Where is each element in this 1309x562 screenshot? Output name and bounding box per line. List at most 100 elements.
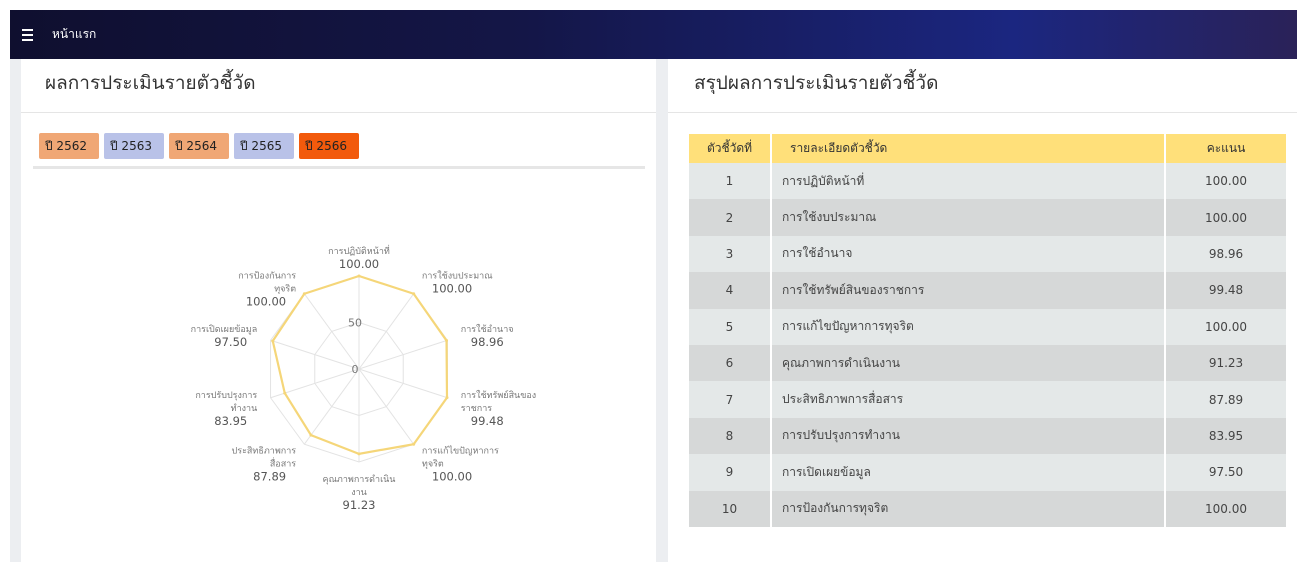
table-row: 4 การใช้ทรัพย์สินของราชการ 99.48	[689, 272, 1286, 309]
cell-indicator-detail: การปรับปรุงการทำงาน	[770, 417, 1165, 455]
top-navbar: หน้าแรก	[10, 10, 1297, 59]
radar-category-label: งาน	[351, 488, 367, 498]
radar-category-label: ทำงาน	[231, 403, 258, 414]
cell-indicator-detail: การใช้งบประมาณ	[770, 199, 1165, 236]
table-row: 10 การป้องกันการทุจริต 100.00	[689, 490, 1286, 527]
right-panel: สรุปผลการประเมินรายตัวชี้วัด ตัวชี้วัดที…	[668, 59, 1297, 562]
cell-indicator-detail: การเปิดเผยข้อมูล	[770, 454, 1165, 491]
radar-value-label: 100.00	[432, 470, 472, 484]
cell-indicator-no: 6	[689, 344, 771, 382]
radar-value-label: 91.23	[343, 498, 376, 509]
cell-score: 83.95	[1164, 417, 1286, 455]
cell-score: 99.48	[1164, 272, 1286, 309]
cell-indicator-detail: การใช้ทรัพย์สินของราชการ	[770, 272, 1165, 309]
radar-category-label: การปรับปรุงการ	[195, 391, 257, 401]
radar-category-label: ราชการ	[461, 404, 492, 414]
table-row: 3 การใช้อำนาจ 98.96	[689, 235, 1286, 273]
summary-table: ตัวชี้วัดที่ รายละเอียดตัวชี้วัด คะแนน 1…	[689, 134, 1286, 527]
cell-indicator-detail: การปฏิบัติหน้าที่	[770, 163, 1165, 200]
cell-score: 87.89	[1164, 381, 1286, 418]
radar-category-label: สื่อสาร	[270, 457, 296, 470]
radar-spoke	[303, 293, 360, 370]
radar-category-label: การใช้ทรัพย์สินของ	[461, 389, 536, 401]
cell-indicator-detail: การป้องกันการทุจริต	[770, 490, 1165, 527]
radar-spoke	[358, 368, 415, 445]
radar-value-label: 100.00	[246, 294, 286, 308]
left-panel-title: ผลการประเมินรายตัวชี้วัด	[45, 72, 256, 94]
table-row: 5 การแก้ไขปัญหาการทุจริต 100.00	[689, 308, 1286, 345]
header-score: คะแนน	[1164, 134, 1286, 163]
radar-data-point	[357, 452, 361, 456]
table-row: 7 ประสิทธิภาพการสื่อสาร 87.89	[689, 381, 1286, 418]
radar-value-label: 98.96	[471, 335, 504, 349]
cell-indicator-no: 7	[689, 381, 771, 418]
table-row: 6 คุณภาพการดำเนินงาน 91.23	[689, 344, 1286, 382]
year-button-2566[interactable]: ปี 2566	[299, 133, 359, 159]
radar-spoke	[358, 293, 415, 370]
cell-indicator-detail: ประสิทธิภาพการสื่อสาร	[770, 381, 1165, 418]
cell-score: 97.50	[1164, 454, 1286, 491]
year-filter: ปี 2562 ปี 2563 ปี 2564 ปี 2565 ปี 2566	[39, 133, 359, 159]
cell-indicator-detail: การแก้ไขปัญหาการทุจริต	[770, 308, 1165, 345]
radar-value-label: 100.00	[432, 281, 472, 295]
radar-data-point	[445, 396, 449, 400]
cell-indicator-no: 5	[689, 308, 771, 345]
cell-score: 100.00	[1164, 163, 1286, 200]
left-panel: ผลการประเมินรายตัวชี้วัด ปี 2562 ปี 2563…	[21, 59, 656, 562]
radar-tick-label: 50	[348, 317, 362, 330]
radar-category-label: การปฏิบัติหน้าที่	[328, 244, 390, 257]
radar-category-label: ทุจริต	[422, 459, 444, 470]
year-button-2564[interactable]: ปี 2564	[169, 133, 229, 159]
cell-score: 100.00	[1164, 199, 1286, 236]
cell-indicator-no: 3	[689, 235, 771, 273]
radar-series-line	[271, 274, 449, 455]
radar-category-label: การใช้งบประมาณ	[422, 270, 493, 281]
radar-category-label: คุณภาพการดำเนิน	[323, 474, 396, 485]
radar-data-point	[283, 391, 287, 395]
cell-indicator-no: 4	[689, 272, 771, 309]
cell-indicator-no: 1	[689, 163, 771, 200]
year-button-2565[interactable]: ปี 2565	[234, 133, 294, 159]
radar-category-label: ทุจริต	[274, 283, 296, 294]
radar-category-label: การแก้ไขปัญหาการ	[422, 446, 499, 457]
radar-value-label: 100.00	[339, 257, 379, 271]
divider	[668, 112, 1297, 113]
table-row: 9 การเปิดเผยข้อมูล 97.50	[689, 454, 1286, 491]
cell-indicator-no: 9	[689, 454, 771, 491]
cell-indicator-detail: คุณภาพการดำเนินงาน	[770, 344, 1165, 382]
radar-data-point	[445, 339, 449, 343]
cell-score: 91.23	[1164, 344, 1286, 382]
cell-indicator-detail: การใช้อำนาจ	[770, 235, 1165, 273]
header-indicator-no: ตัวชี้วัดที่	[689, 134, 771, 163]
radar-value-label: 97.50	[214, 335, 247, 349]
table-row: 1 การปฏิบัติหน้าที่ 100.00	[689, 163, 1286, 200]
cell-score: 100.00	[1164, 308, 1286, 345]
radar-tick-label: 0	[352, 363, 359, 376]
hamburger-icon[interactable]	[22, 28, 38, 41]
cell-indicator-no: 2	[689, 199, 771, 236]
radar-data-point	[271, 339, 275, 343]
radar-value-label: 87.89	[253, 470, 286, 484]
radar-data-point	[309, 433, 313, 437]
radar-chart: 050การปฏิบัติหน้าที่100.00การใช้งบประมาณ…	[191, 244, 537, 509]
radar-data-point	[412, 442, 416, 446]
radar-spoke	[303, 368, 360, 445]
year-button-2563[interactable]: ปี 2563	[104, 133, 164, 159]
cell-score: 98.96	[1164, 235, 1286, 273]
year-button-2562[interactable]: ปี 2562	[39, 133, 99, 159]
cell-score: 100.00	[1164, 490, 1286, 527]
radar-category-label: การใช้อำนาจ	[461, 324, 514, 335]
cell-indicator-no: 10	[689, 490, 771, 527]
radar-value-label: 83.95	[214, 414, 247, 428]
summary-table-wrap: ตัวชี้วัดที่ รายละเอียดตัวชี้วัด คะแนน 1…	[689, 134, 1286, 527]
home-link[interactable]: หน้าแรก	[52, 25, 96, 44]
radar-category-label: การป้องกันการ	[238, 270, 296, 281]
radar-value-label: 99.48	[471, 414, 504, 428]
divider	[21, 112, 656, 113]
radar-data-point	[357, 274, 361, 278]
table-row: 2 การใช้งบประมาณ 100.00	[689, 199, 1286, 236]
table-header-row: ตัวชี้วัดที่ รายละเอียดตัวชี้วัด คะแนน	[689, 134, 1286, 163]
radar-data-point	[412, 292, 416, 296]
cell-indicator-no: 8	[689, 417, 771, 455]
right-panel-title: สรุปผลการประเมินรายตัวชี้วัด	[694, 72, 939, 94]
